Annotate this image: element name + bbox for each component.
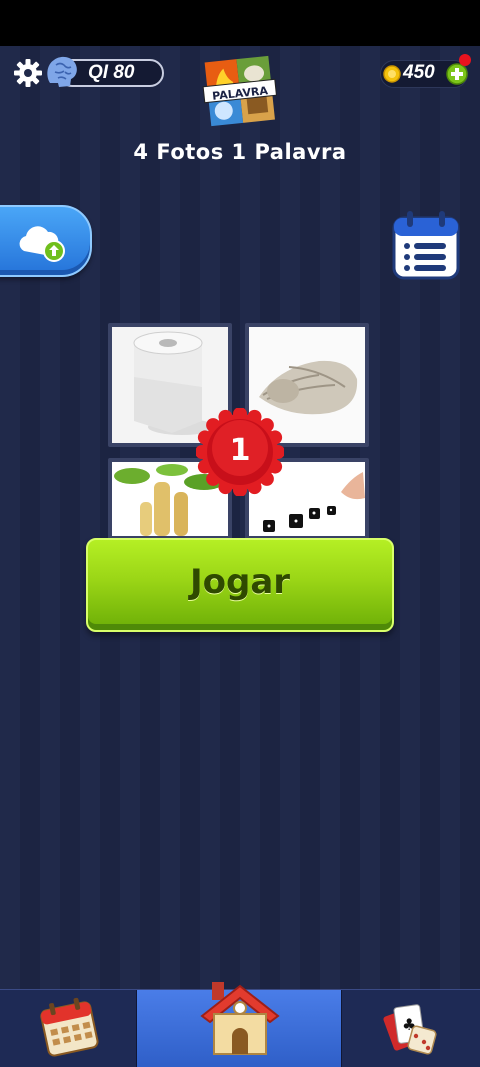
play-button-label: Jogar (189, 562, 291, 602)
coin-icon (383, 65, 401, 83)
calendar-icon (40, 997, 99, 1057)
house-icon[interactable] (198, 978, 282, 1058)
page-title: 4 Fotos 1 Palavra (133, 140, 347, 164)
cards-dice-icon: ♣ (383, 1004, 437, 1055)
game-logo: PALAVRA (202, 55, 277, 127)
cloud-backup-button[interactable] (0, 205, 92, 277)
gear-icon[interactable] (13, 58, 43, 88)
coin-count: 450 (403, 62, 435, 83)
calendar-icon[interactable] (392, 210, 460, 280)
level-number: 1 (229, 433, 251, 468)
brain-icon (47, 56, 77, 87)
plus-icon[interactable] (446, 63, 468, 85)
iq-label: QI 80 (88, 62, 135, 83)
nav-calendar[interactable] (0, 990, 136, 1067)
notification-dot (459, 54, 471, 66)
nav-games[interactable]: ♣ (342, 990, 480, 1067)
status-bar (0, 0, 480, 46)
cloud-upload-icon (19, 226, 65, 262)
